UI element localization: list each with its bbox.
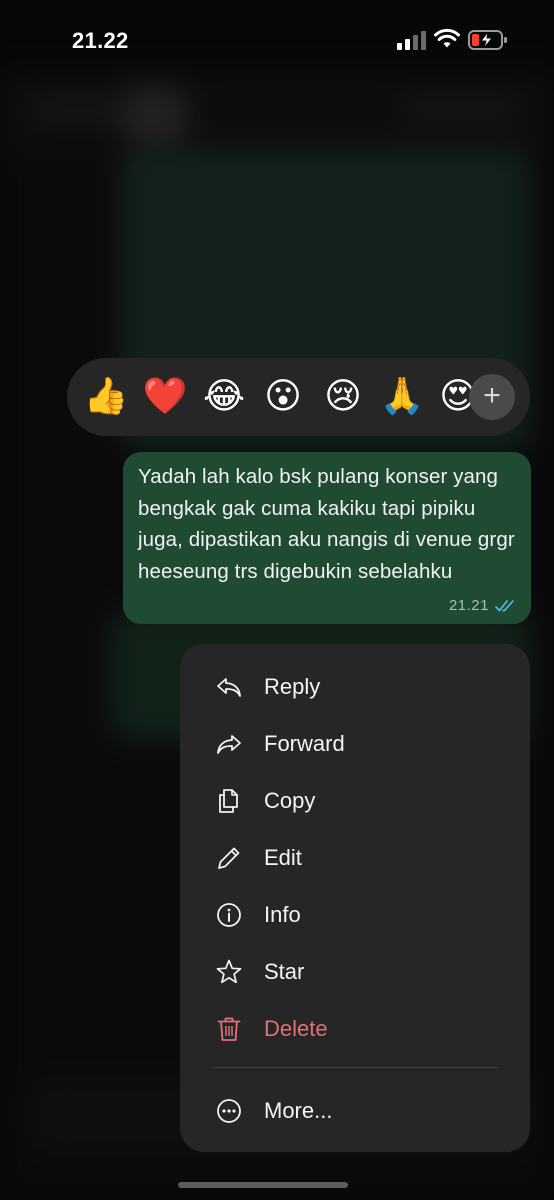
battery-charging-icon <box>468 30 507 50</box>
reaction-thumbs-up[interactable]: 👍 <box>83 374 129 420</box>
menu-item-more[interactable]: More... <box>180 1084 530 1136</box>
message-bubble[interactable]: Yadah lah kalo bsk pulang konser yang be… <box>123 452 531 624</box>
menu-item-reply[interactable]: Reply <box>180 660 530 712</box>
menu-label-info: Info <box>264 902 301 927</box>
status-bar: 21.22 <box>0 0 554 70</box>
message-context-menu: Reply Forward Copy Edit Info Star Delete… <box>180 644 530 1152</box>
pencil-icon <box>218 847 240 869</box>
menu-label-delete: Delete <box>264 1016 328 1041</box>
menu-label-copy: Copy <box>264 788 316 813</box>
more-icon <box>217 1099 241 1123</box>
menu-label-forward: Forward <box>264 731 345 756</box>
cellular-signal-icon <box>397 31 426 50</box>
menu-item-forward[interactable]: Forward <box>180 717 530 769</box>
info-icon <box>217 903 241 927</box>
reaction-crying[interactable]: 😢 <box>320 374 366 420</box>
menu-divider <box>213 1067 498 1068</box>
menu-label-reply: Reply <box>264 674 321 699</box>
reaction-laughing[interactable]: 😂 <box>201 374 247 420</box>
message-meta: 21.21 <box>449 597 517 614</box>
home-indicator[interactable] <box>178 1182 348 1188</box>
reaction-heart[interactable]: ❤️ <box>142 374 188 420</box>
message-text: Yadah lah kalo bsk pulang konser yang be… <box>138 465 515 583</box>
forward-icon <box>217 735 241 754</box>
menu-item-edit[interactable]: Edit <box>180 831 530 883</box>
reaction-bar: 👍 ❤️ 😂 😮 😢 🙏 😍 + <box>67 358 530 436</box>
reply-icon <box>217 678 241 697</box>
menu-label-edit: Edit <box>264 845 302 870</box>
chat-screen: 21.22 👍 ❤️ 😂 😮 😢 🙏 😍 + Yadah lah kalo bs… <box>0 0 554 1200</box>
trash-icon <box>217 1017 241 1041</box>
message-time: 21.21 <box>448 597 489 614</box>
menu-item-star[interactable]: Star <box>180 945 530 997</box>
read-receipt-icon <box>495 599 514 611</box>
more-reactions-button[interactable]: + <box>469 374 515 420</box>
menu-item-info[interactable]: Info <box>180 888 530 940</box>
copy-icon <box>219 789 238 813</box>
menu-item-copy[interactable]: Copy <box>180 774 530 826</box>
menu-label-star: Star <box>264 959 305 984</box>
star-icon <box>216 959 242 984</box>
menu-item-delete[interactable]: Delete <box>180 1002 530 1054</box>
reaction-surprised[interactable]: 😮 <box>260 374 306 420</box>
reaction-praying-hands[interactable]: 🙏 <box>379 374 425 420</box>
menu-label-more: More... <box>264 1098 333 1123</box>
status-time: 21.22 <box>72 28 129 53</box>
wifi-icon <box>434 28 460 48</box>
